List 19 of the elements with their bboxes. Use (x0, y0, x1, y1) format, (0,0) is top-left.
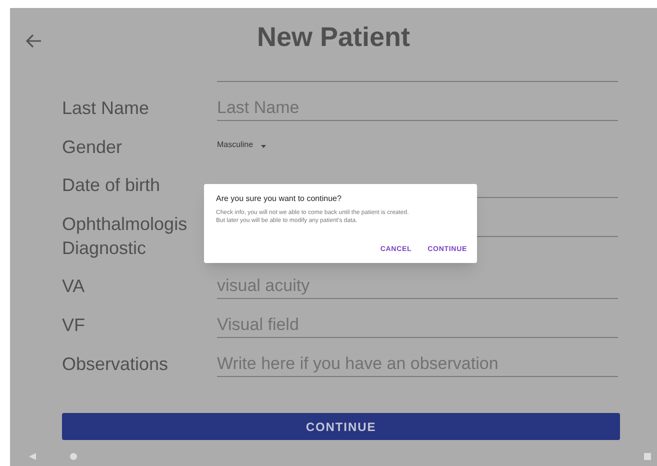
text-field[interactable]: Last Name (217, 82, 618, 121)
field-label: Ophthalmologis Diagnostic (62, 213, 188, 260)
text-field[interactable]: Visual field (217, 299, 618, 338)
field-label: VF (62, 314, 86, 337)
gender-dropdown[interactable]: Masculine (217, 121, 266, 159)
continue-button[interactable]: CONTINUE (62, 413, 620, 440)
nav-home-icon[interactable] (70, 453, 77, 460)
text-field[interactable]: Write here if you have an observation (217, 338, 618, 377)
field-label: Last Name (62, 97, 150, 120)
field-label: Gender (62, 136, 124, 159)
back-arrow-icon[interactable] (26, 34, 42, 48)
field-label: Date of birth (62, 174, 162, 197)
nav-recents-icon[interactable] (644, 453, 651, 460)
field-label: Observations (62, 353, 170, 376)
nav-back-icon[interactable] (29, 453, 36, 460)
dialog-title: Are you sure you want to continue? (216, 194, 342, 204)
caret-icon (261, 145, 266, 148)
field-label: VA (62, 275, 86, 298)
screen-title: New Patient (256, 20, 410, 54)
